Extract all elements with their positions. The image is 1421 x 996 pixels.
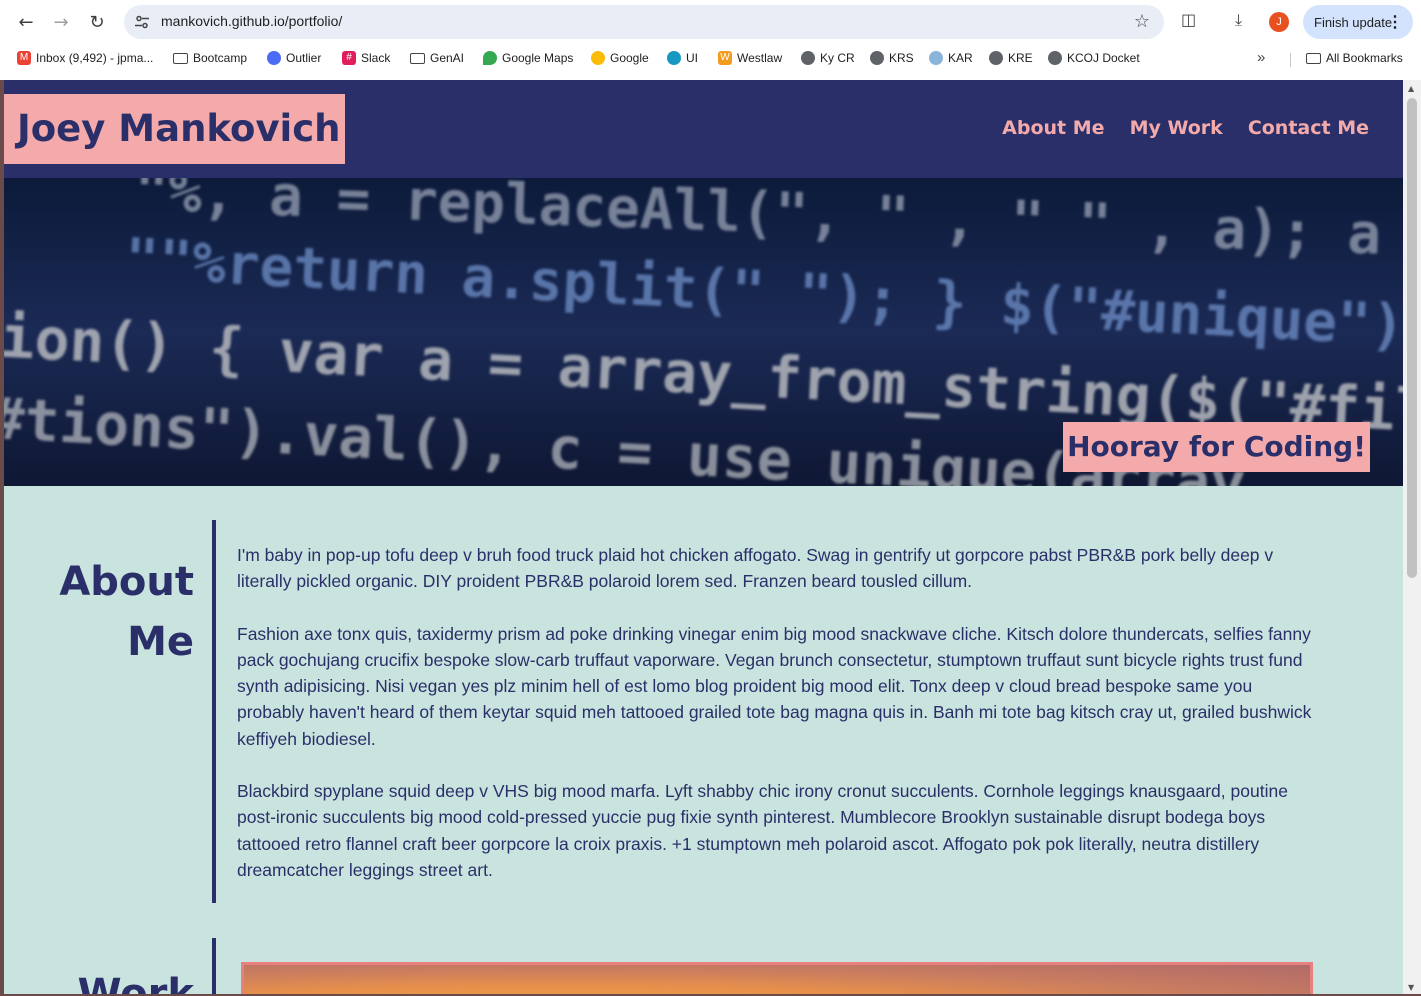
bookmark-item[interactable]: Google	[591, 51, 649, 65]
download-icon[interactable]: ⤓	[1235, 10, 1242, 30]
scroll-up-icon[interactable]: ▲	[1408, 84, 1414, 93]
westlaw-icon: W	[718, 51, 732, 65]
menu-dots-icon: ⋮	[1387, 14, 1403, 31]
bookmark-label: Google Maps	[502, 51, 574, 65]
finish-update-button[interactable]: Finish update ⋮	[1303, 5, 1413, 39]
bookmark-label: GenAI	[430, 51, 465, 65]
more-bookmarks-icon[interactable]: »	[1257, 49, 1265, 66]
bookmark-item[interactable]: KRS	[870, 51, 914, 65]
bookmark-item[interactable]: KCOJ Docket	[1048, 51, 1140, 65]
browser-chrome: ← → ↻ mankovich.github.io/portfolio/ ☆ ◫…	[0, 0, 1421, 80]
folder-icon	[1306, 52, 1321, 64]
address-bar[interactable]: mankovich.github.io/portfolio/ ☆	[124, 5, 1164, 39]
google-icon	[591, 51, 605, 65]
extensions-icon[interactable]: ◫	[1181, 10, 1196, 29]
scroll-thumb[interactable]	[1407, 98, 1417, 578]
globe-icon	[801, 51, 815, 65]
site-title: Joey Mankovich	[4, 94, 345, 164]
bookmark-label: Bootcamp	[193, 51, 248, 65]
about-paragraph: I'm baby in pop-up tofu deep v bruh food…	[237, 545, 1274, 592]
profile-avatar[interactable]: J	[1269, 12, 1289, 32]
nav-contact-me[interactable]: Contact Me	[1248, 117, 1369, 139]
reload-icon[interactable]: ↻	[83, 8, 111, 36]
about-paragraph: Fashion axe tonx quis, taxidermy prism a…	[237, 623, 1312, 749]
bookmark-star-icon[interactable]: ☆	[1134, 11, 1150, 32]
about-paragraph: Blackbird spyplane squid deep v VHS big …	[237, 781, 1288, 880]
hero-banner: "%, a = replaceAll(", " , " " , a); a = …	[4, 178, 1403, 486]
folder-icon	[173, 52, 188, 64]
bookmark-item[interactable]: Outlier	[267, 51, 321, 65]
all-bookmarks-label: All Bookmarks	[1326, 51, 1403, 65]
about-divider	[212, 520, 216, 903]
outlier-icon	[267, 51, 281, 65]
bookmarks-bar: M Inbox (9,492) - jpma... Bootcamp Outli…	[0, 46, 1421, 72]
bookmark-item[interactable]: GenAI	[410, 51, 464, 65]
browser-toolbar: ← → ↻ mankovich.github.io/portfolio/ ☆ ◫…	[0, 0, 1421, 44]
bookmark-item[interactable]: W Westlaw	[718, 51, 782, 65]
bookmark-label: KAR	[948, 51, 973, 65]
scroll-down-icon[interactable]: ▼	[1408, 983, 1414, 992]
bookmark-label: Outlier	[286, 51, 322, 65]
bookmark-label: KRE	[1008, 51, 1033, 65]
about-heading-line2: Me	[127, 619, 194, 665]
bookmarks-divider	[1290, 53, 1291, 67]
all-bookmarks-button[interactable]: All Bookmarks	[1306, 51, 1403, 65]
globe-icon	[1048, 51, 1062, 65]
site-nav: About Me My Work Contact Me	[1002, 117, 1369, 139]
slack-icon: #	[342, 51, 356, 65]
bookmark-item[interactable]: Bootcamp	[173, 51, 247, 65]
bookmark-item[interactable]: KRE	[989, 51, 1033, 65]
site-settings-icon[interactable]	[134, 14, 150, 30]
bookmark-label: UI	[686, 51, 698, 65]
bookmark-label: KCOJ Docket	[1067, 51, 1140, 65]
hero-caption: Hooray for Coding!	[1063, 422, 1370, 472]
work-project-image[interactable]	[241, 962, 1313, 994]
globe-icon	[929, 51, 943, 65]
bookmark-item[interactable]: # Slack	[342, 51, 390, 65]
bookmark-label: Westlaw	[737, 51, 783, 65]
salesforce-icon	[667, 51, 681, 65]
about-body: I'm baby in pop-up tofu deep v bruh food…	[237, 542, 1317, 909]
work-divider	[212, 938, 216, 994]
globe-icon	[870, 51, 884, 65]
bookmark-item[interactable]: Google Maps	[483, 51, 573, 65]
finish-update-label: Finish update	[1314, 14, 1393, 30]
bookmark-item[interactable]: UI	[667, 51, 698, 65]
bookmark-label: Google	[610, 51, 649, 65]
forward-icon[interactable]: →	[47, 8, 75, 36]
about-heading: About Me	[59, 552, 194, 672]
globe-icon	[989, 51, 1003, 65]
site-header: Joey Mankovich About Me My Work Contact …	[4, 80, 1403, 178]
page-scrollbar[interactable]: ▲ ▼	[1403, 80, 1421, 994]
folder-icon	[410, 52, 425, 64]
about-heading-line1: About	[59, 559, 194, 605]
nav-about-me[interactable]: About Me	[1002, 117, 1104, 139]
bookmark-label: KRS	[889, 51, 914, 65]
work-heading: Work	[77, 971, 194, 994]
bookmark-item[interactable]: KAR	[929, 51, 973, 65]
bookmark-item[interactable]: Ky CR	[801, 51, 855, 65]
url-text[interactable]: mankovich.github.io/portfolio/	[161, 13, 342, 29]
back-icon[interactable]: ←	[12, 8, 40, 36]
maps-icon	[483, 51, 497, 65]
bookmark-label: Slack	[361, 51, 391, 65]
bookmark-item[interactable]: M Inbox (9,492) - jpma...	[17, 51, 153, 65]
gmail-icon: M	[17, 51, 31, 65]
nav-my-work[interactable]: My Work	[1130, 117, 1223, 139]
bookmark-label: Inbox (9,492) - jpma...	[36, 51, 154, 65]
about-section: About Me I'm baby in pop-up tofu deep v …	[4, 520, 1403, 905]
page-viewport: Joey Mankovich About Me My Work Contact …	[4, 80, 1403, 994]
bookmark-label: Ky CR	[820, 51, 855, 65]
